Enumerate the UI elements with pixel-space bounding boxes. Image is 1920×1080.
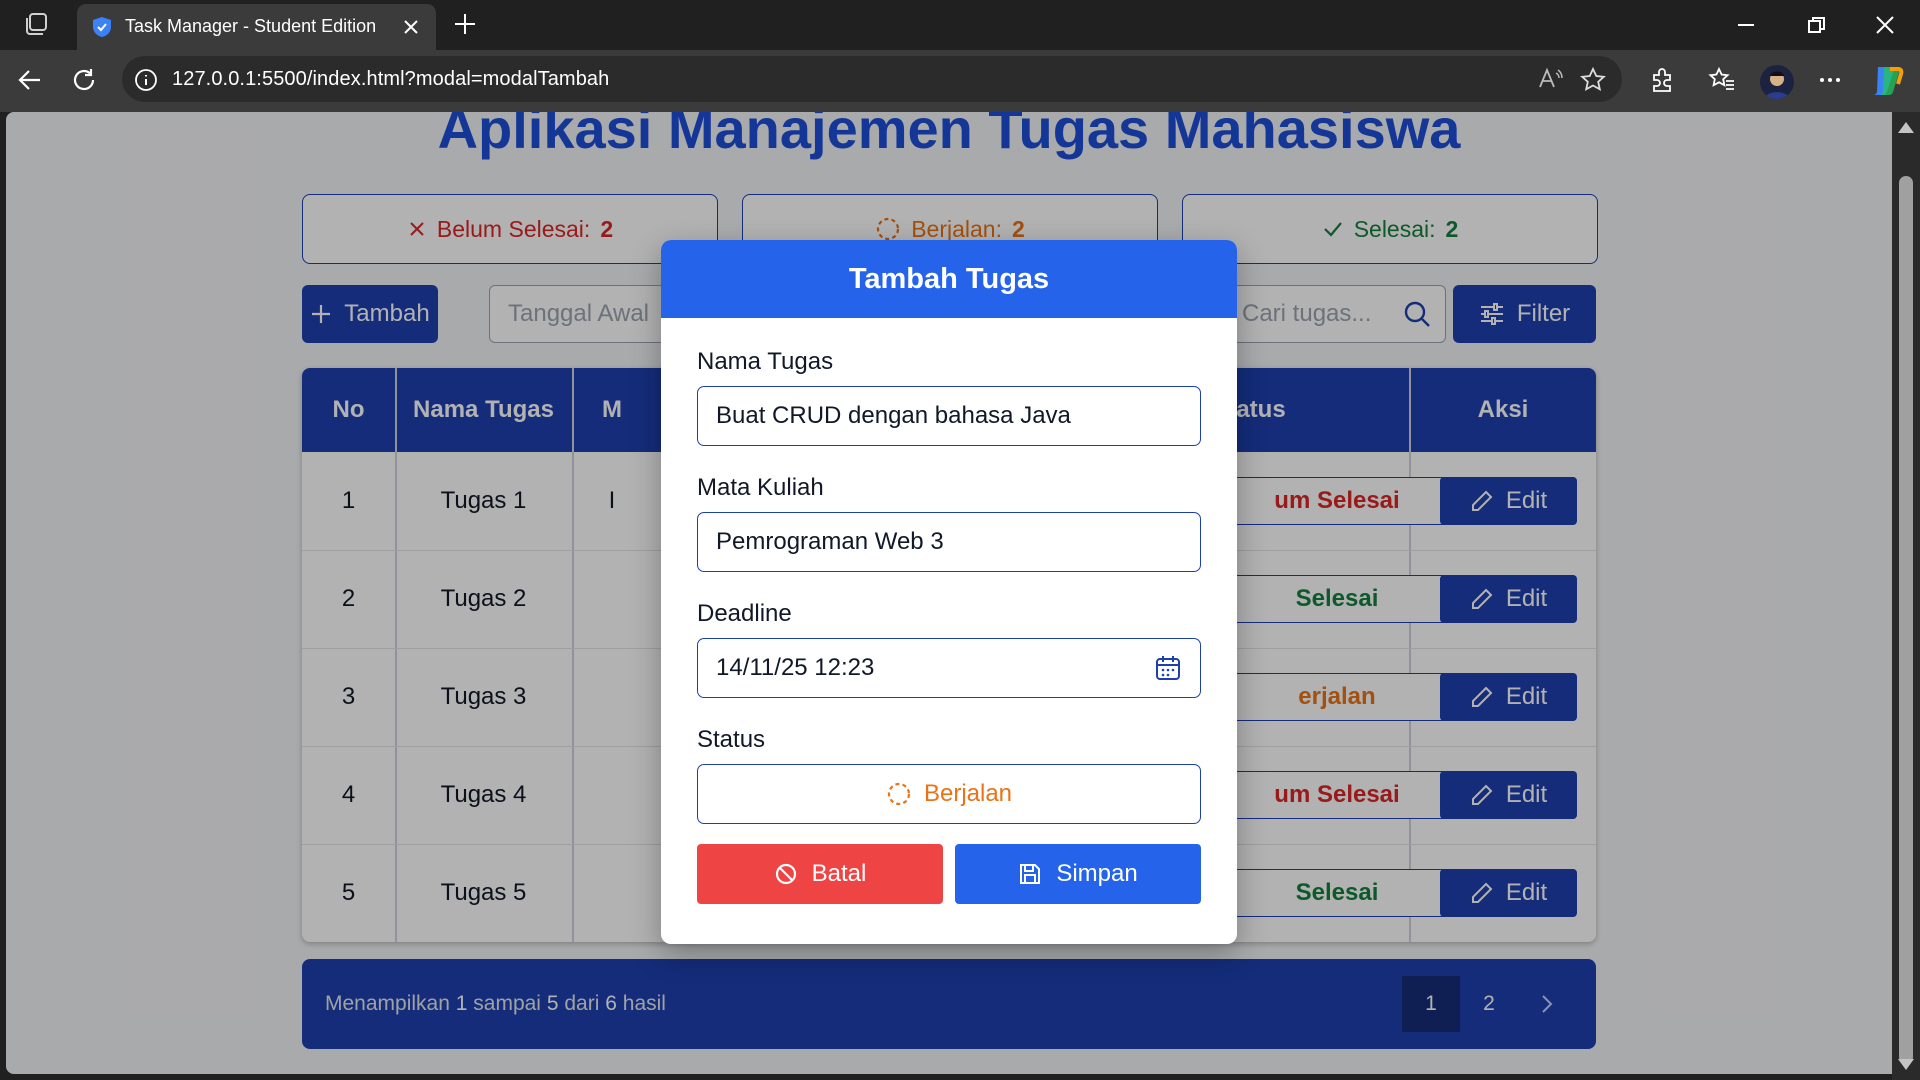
- deadline-input[interactable]: 14/11/25 12:23: [697, 638, 1201, 698]
- extensions-icon[interactable]: [1648, 66, 1676, 94]
- more-options-icon[interactable]: [1816, 66, 1844, 94]
- browser-tab-bar: Task Manager - Student Edition: [0, 0, 1920, 50]
- task-name-label: Nama Tugas: [697, 348, 834, 375]
- site-info-icon[interactable]: [134, 68, 158, 92]
- status-label: Status: [697, 726, 766, 753]
- profile-avatar[interactable]: [1760, 65, 1794, 99]
- browser-tab[interactable]: Task Manager - Student Edition: [77, 4, 436, 50]
- address-bar[interactable]: 127.0.0.1:5500/index.html?modal=modalTam…: [122, 56, 1622, 102]
- new-tab-icon[interactable]: [452, 11, 478, 37]
- close-window-icon[interactable]: [1874, 15, 1896, 35]
- scroll-down-icon[interactable]: [1898, 1059, 1914, 1070]
- ban-icon: [774, 862, 798, 886]
- deadline-label: Deadline: [697, 600, 792, 627]
- tab-favicon-icon: [91, 16, 113, 38]
- workspaces-icon[interactable]: [22, 12, 50, 38]
- course-value: Pemrograman Web 3: [716, 528, 944, 555]
- tab-close-icon[interactable]: [401, 17, 421, 37]
- restore-icon[interactable]: [1805, 15, 1827, 35]
- page-viewport: Aplikasi Manajemen Tugas Mahasiswa Belum…: [6, 112, 1892, 1074]
- favorites-icon[interactable]: [1708, 66, 1736, 94]
- course-input[interactable]: Pemrograman Web 3: [697, 512, 1201, 572]
- deadline-value: 14/11/25 12:23: [716, 654, 875, 681]
- refresh-icon[interactable]: [70, 66, 98, 94]
- cancel-button[interactable]: Batal: [697, 844, 943, 904]
- tab-title: Task Manager - Student Edition: [125, 16, 377, 36]
- status-select[interactable]: Berjalan: [697, 764, 1201, 824]
- scroll-up-icon[interactable]: [1898, 122, 1914, 133]
- floppy-disk-icon: [1018, 862, 1042, 886]
- scrollbar-thumb[interactable]: [1899, 176, 1913, 1064]
- copilot-icon[interactable]: [1870, 63, 1904, 97]
- save-button[interactable]: Simpan: [955, 844, 1201, 904]
- cancel-label: Batal: [811, 860, 867, 887]
- status-value: Berjalan: [923, 780, 1013, 807]
- back-icon[interactable]: [16, 66, 44, 94]
- task-name-input[interactable]: Buat CRUD dengan bahasa Java: [697, 386, 1201, 446]
- page-scrollbar[interactable]: [1892, 112, 1920, 1080]
- minimize-icon[interactable]: [1735, 15, 1757, 35]
- task-name-value: Buat CRUD dengan bahasa Java: [716, 402, 1071, 429]
- add-task-modal: Tambah Tugas Nama Tugas Buat CRUD dengan…: [661, 240, 1237, 944]
- read-aloud-icon[interactable]: [1538, 67, 1564, 91]
- spinner-icon: [886, 781, 912, 807]
- modal-title: Tambah Tugas: [661, 240, 1237, 318]
- url-text[interactable]: 127.0.0.1:5500/index.html?modal=modalTam…: [172, 68, 609, 91]
- calendar-icon[interactable]: [1154, 654, 1182, 682]
- course-label: Mata Kuliah: [697, 474, 824, 501]
- save-label: Simpan: [1056, 860, 1138, 887]
- browser-toolbar: 127.0.0.1:5500/index.html?modal=modalTam…: [0, 50, 1920, 112]
- favorite-star-icon[interactable]: [1580, 67, 1606, 93]
